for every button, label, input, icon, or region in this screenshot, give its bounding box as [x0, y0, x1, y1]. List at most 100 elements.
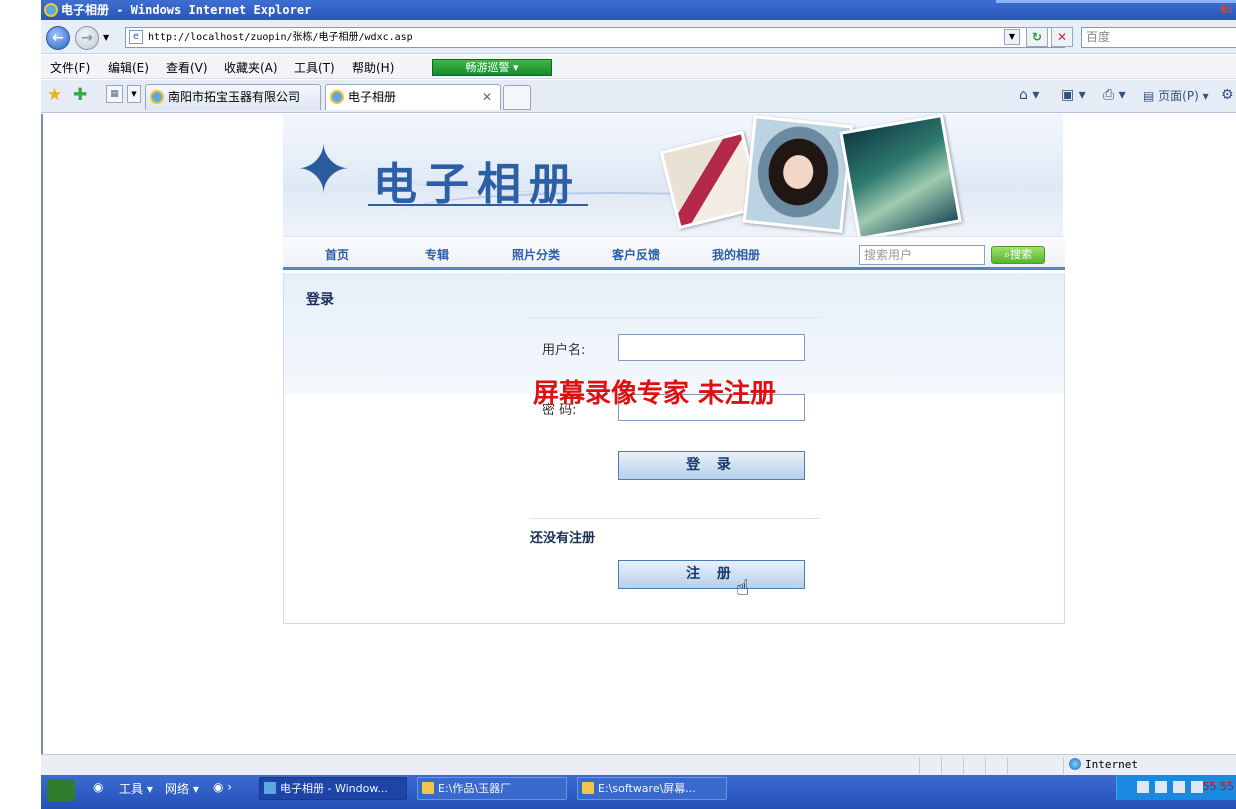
clock: 55 55 — [1202, 780, 1235, 793]
quick-tabs-icon[interactable]: ▦ — [106, 85, 123, 103]
task-folder-works[interactable]: E:\作品\玉器厂 — [417, 777, 567, 800]
forward-button[interactable]: → — [75, 26, 99, 50]
taskbar: ◉ 工具 ▾ 网络 ▾ ◉ › 电子相册 - Window... E:\作品\玉… — [41, 775, 1236, 809]
zone-label: Internet — [1085, 758, 1138, 771]
refresh-button[interactable]: ↻ — [1026, 27, 1048, 47]
feeds-icon[interactable]: ▣ ▾ — [1061, 87, 1086, 103]
register-button[interactable]: 注 册 — [618, 560, 805, 589]
site-nav: 首页 专辑 照片分类 客户反馈 我的相册 搜索用户 ⌕搜索 — [283, 236, 1065, 270]
volume-icon[interactable] — [1191, 781, 1203, 793]
tab-close-icon[interactable]: ✕ — [482, 85, 492, 109]
hand-cursor-icon: ☝ — [736, 576, 750, 601]
window-corner-text: 0: — [1220, 3, 1234, 16]
address-input[interactable]: e http://localhost/zuopin/张栋/电子相册/wdxc.a… — [125, 27, 1065, 48]
quicklaunch-tools[interactable]: 工具 ▾ — [119, 780, 153, 797]
title-bar-edge — [996, 0, 1236, 3]
menu-view[interactable]: 查看(V) — [166, 59, 208, 76]
tab-nanyang[interactable]: 南阳市拓宝玉器有限公司 — [145, 84, 321, 110]
page-menu-label: 页面(P) — [1158, 89, 1199, 103]
address-dropdown-icon[interactable]: ▼ — [1004, 29, 1020, 45]
title-underline — [368, 204, 588, 206]
print-icon[interactable]: ⎙ ▾ — [1103, 87, 1126, 103]
page-menu[interactable]: ▤ 页面(P) ▾ — [1143, 87, 1209, 104]
tab-label: 南阳市拓宝玉器有限公司 — [168, 90, 301, 104]
quicklaunch-more-icon[interactable]: ◉ › — [213, 780, 232, 794]
favorites-star-icon[interactable]: ★ — [47, 85, 62, 105]
security-zone: Internet — [1069, 758, 1138, 771]
login-panel: 登录 用户名: 密 码: 登 录 还没有注册 注 册 — [283, 273, 1065, 624]
add-favorites-icon[interactable]: ✚ — [73, 85, 87, 105]
tools-gear-icon[interactable]: ⚙ — [1221, 87, 1234, 103]
task-folder-software[interactable]: E:\software\屏幕... — [577, 777, 727, 800]
menu-tools[interactable]: 工具(T) — [294, 59, 335, 76]
quicklaunch-network[interactable]: 网络 ▾ — [165, 780, 199, 797]
site-title: 电子相册 — [373, 159, 581, 210]
tray-expand-icon[interactable] — [1155, 781, 1167, 793]
login-button[interactable]: 登 录 — [618, 451, 805, 480]
page-icon: e — [129, 30, 143, 44]
menu-bar: 文件(F) 编辑(E) 查看(V) 收藏夹(A) 工具(T) 帮助(H) 畅游巡… — [41, 55, 1236, 79]
stop-button[interactable]: ✕ — [1051, 27, 1073, 47]
keyboard-icon[interactable] — [1137, 781, 1149, 793]
toolbar-addon-label: 畅游巡警 — [465, 61, 510, 74]
status-divider — [919, 757, 920, 774]
page-viewport: ✦ 电子相册 首页 专辑 照片分类 客户反馈 我的相册 搜索用户 ⌕搜索 登录 … — [41, 114, 1236, 754]
ie-tab-icon — [330, 90, 344, 104]
start-button[interactable] — [47, 779, 75, 801]
back-button[interactable]: ← — [46, 26, 70, 50]
status-divider — [941, 757, 942, 774]
globe-icon — [1069, 758, 1081, 770]
window-title-bar: 电子相册 - Windows Internet Explorer 0: — [41, 0, 1236, 20]
search-input[interactable]: 百度 — [1081, 27, 1236, 48]
status-bar: Internet — [41, 754, 1236, 775]
user-search-button[interactable]: ⌕搜索 — [991, 246, 1045, 264]
nav-my-album[interactable]: 我的相册 — [712, 246, 760, 263]
site-banner: ✦ 电子相册 — [283, 114, 1063, 236]
nav-photo-categories[interactable]: 照片分类 — [512, 246, 560, 263]
username-label: 用户名: — [542, 343, 586, 358]
login-heading: 登录 — [306, 292, 334, 308]
nav-albums[interactable]: 专辑 — [425, 246, 449, 263]
menu-help[interactable]: 帮助(H) — [352, 59, 394, 76]
ie-icon — [44, 3, 58, 17]
maple-leaf-logo-icon: ✦ — [295, 131, 352, 210]
tab-label: 电子相册 — [348, 90, 397, 104]
ie-quicklaunch-icon[interactable]: ◉ — [93, 780, 103, 794]
site-container: ✦ 电子相册 首页 专辑 照片分类 客户反馈 我的相册 搜索用户 ⌕搜索 登录 … — [283, 114, 1065, 625]
user-search-button-label: 搜索 — [1010, 248, 1033, 261]
home-icon[interactable]: ⌂ ▾ — [1019, 87, 1039, 103]
divider — [530, 317, 820, 318]
toolbar-addon-button[interactable]: 畅游巡警 ▾ — [432, 59, 552, 76]
status-divider — [985, 757, 986, 774]
ie-tab-icon — [150, 90, 164, 104]
status-divider — [1007, 757, 1008, 774]
quicklaunch-network-label: 网络 — [165, 782, 190, 796]
folder-icon — [582, 782, 594, 794]
banner-photo-scenery — [839, 114, 962, 236]
register-prompt: 还没有注册 — [530, 531, 596, 546]
task-label: 电子相册 - Window... — [280, 782, 388, 795]
nav-home[interactable]: 首页 — [325, 246, 349, 263]
quicklaunch-tools-label: 工具 — [119, 782, 144, 796]
status-divider — [963, 757, 964, 774]
status-divider — [1063, 757, 1064, 774]
network-icon[interactable] — [1173, 781, 1185, 793]
window-title: 电子相册 - Windows Internet Explorer — [61, 3, 312, 17]
new-tab-button[interactable] — [503, 85, 531, 110]
system-tray: 55 55 — [1116, 775, 1236, 800]
task-label: E:\software\屏幕... — [598, 782, 696, 795]
menu-file[interactable]: 文件(F) — [50, 59, 90, 76]
address-toolbar: ← → ▼ e http://localhost/zuopin/张栋/电子相册/… — [41, 20, 1236, 54]
tab-list-dropdown-icon[interactable]: ▼ — [127, 85, 141, 103]
username-input[interactable] — [618, 334, 805, 361]
menu-edit[interactable]: 编辑(E) — [108, 59, 149, 76]
menu-favorites[interactable]: 收藏夹(A) — [224, 59, 278, 76]
banner-photo-portrait — [742, 115, 854, 233]
nav-feedback[interactable]: 客户反馈 — [612, 246, 660, 263]
task-label: E:\作品\玉器厂 — [438, 782, 512, 795]
history-dropdown-icon[interactable]: ▼ — [103, 33, 109, 42]
user-search-input[interactable]: 搜索用户 — [859, 245, 985, 265]
task-album-window[interactable]: 电子相册 - Window... — [259, 777, 407, 800]
ie-task-icon — [264, 782, 276, 794]
tab-album[interactable]: 电子相册 ✕ — [325, 84, 501, 110]
